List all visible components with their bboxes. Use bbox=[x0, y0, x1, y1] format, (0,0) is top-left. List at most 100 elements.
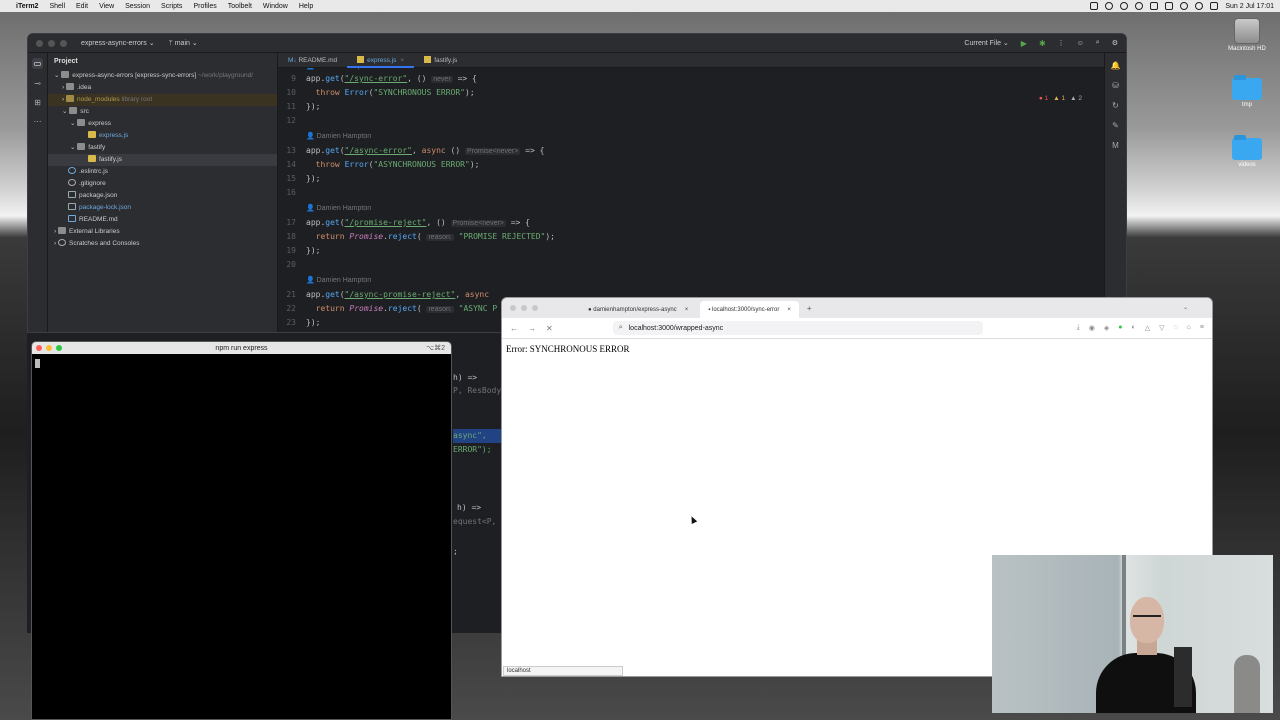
tree-item-node-modules[interactable]: › node_modules library root bbox=[48, 94, 277, 106]
tree-item-package-json[interactable]: package.json bbox=[48, 190, 277, 202]
menu-shell[interactable]: Shell bbox=[49, 3, 65, 10]
tab-fastify-js[interactable]: fastify.js bbox=[414, 53, 467, 68]
code-area[interactable]: 👤 Damien Hampton 9app.get("/sync-error",… bbox=[278, 68, 1104, 332]
project-panel-title[interactable]: Project bbox=[48, 56, 277, 70]
tree-item-fastify-js[interactable]: fastify.js bbox=[48, 154, 277, 166]
terminal-window[interactable]: npm run express ⌥⌘2 bbox=[31, 341, 452, 720]
structure-tool-icon[interactable]: ⊞ bbox=[34, 98, 41, 107]
extension-icon[interactable]: ● bbox=[1118, 324, 1122, 332]
address-bar[interactable]: ⌕ localhost:3000/wrapped-async bbox=[612, 321, 983, 335]
forward-icon[interactable]: → bbox=[528, 324, 536, 333]
terminal-titlebar: npm run express ⌥⌘2 bbox=[32, 342, 451, 354]
folder-icon bbox=[77, 143, 86, 150]
browser-tab-localhost[interactable]: ▪ localhost:3000/sync-error × bbox=[700, 301, 799, 318]
extension-icon[interactable]: ◉ bbox=[1089, 324, 1095, 332]
minimize-window-button[interactable] bbox=[48, 39, 55, 47]
menu-icon[interactable]: ≡ bbox=[1200, 324, 1204, 332]
status-camera-icon[interactable] bbox=[1165, 2, 1174, 10]
close-tab-icon[interactable]: × bbox=[400, 57, 404, 64]
commit-tool-icon[interactable]: ⊸ bbox=[34, 79, 41, 88]
extension-icon[interactable]: ▽ bbox=[1159, 324, 1164, 332]
tree-item-gitignore[interactable]: .gitignore bbox=[48, 178, 277, 190]
status-check-icon[interactable] bbox=[1105, 2, 1114, 10]
tab-express-js[interactable]: express.js × bbox=[347, 53, 415, 68]
minimize-window-button[interactable] bbox=[46, 345, 52, 351]
menu-toolbelt[interactable]: Toolbelt bbox=[228, 3, 252, 10]
close-tab-icon[interactable]: × bbox=[685, 307, 689, 313]
extension-icon[interactable]: ◈ bbox=[1104, 324, 1109, 332]
menu-window[interactable]: Window bbox=[263, 3, 288, 10]
status-wifi-icon[interactable] bbox=[1180, 2, 1189, 10]
history-icon[interactable]: ↻ bbox=[1112, 101, 1119, 110]
browser-tab-github[interactable]: ● damienhampton/express-async × bbox=[580, 301, 696, 318]
menu-session[interactable]: Session bbox=[125, 3, 150, 10]
zoom-window-button[interactable] bbox=[60, 39, 67, 47]
run-icon[interactable]: ▶ bbox=[1021, 39, 1027, 48]
notifications-icon[interactable]: 🔔 bbox=[1111, 61, 1121, 70]
debug-icon[interactable]: ✱ bbox=[1039, 39, 1046, 48]
ide-window: express-async-errors ⌄ ᛘ main ⌄ Current … bbox=[27, 33, 1127, 333]
stop-loading-icon[interactable]: ✕ bbox=[546, 324, 553, 333]
folder-icon bbox=[69, 107, 78, 114]
branch-switcher[interactable]: ᛘ main ⌄ bbox=[169, 39, 198, 47]
status-battery-icon[interactable] bbox=[1150, 2, 1159, 10]
copilot-icon[interactable]: M bbox=[1112, 141, 1119, 150]
menu-edit[interactable]: Edit bbox=[76, 3, 88, 10]
desktop-icon-disk[interactable]: Macintosh HD bbox=[1225, 18, 1269, 52]
menu-app-name[interactable]: iTerm2 bbox=[16, 3, 38, 10]
status-control-center-icon[interactable] bbox=[1210, 2, 1219, 10]
status-search-icon[interactable] bbox=[1195, 2, 1204, 10]
person-glasses bbox=[1133, 615, 1161, 621]
close-window-button[interactable] bbox=[36, 39, 43, 47]
tree-item-fastify[interactable]: ⌄ fastify bbox=[48, 142, 277, 154]
code-editor[interactable]: M↓ README.md express.js × fastify.js ● 1 … bbox=[278, 53, 1104, 332]
extensions-puzzle-icon[interactable]: ⌂ bbox=[1187, 324, 1191, 332]
back-icon[interactable]: ← bbox=[510, 324, 518, 333]
zoom-window-button[interactable] bbox=[56, 345, 62, 351]
status-dropbox-icon[interactable] bbox=[1090, 2, 1099, 10]
menubar-datetime[interactable]: Sun 2 Jul 17:01 bbox=[1225, 3, 1274, 10]
tree-item-src[interactable]: ⌄ src bbox=[48, 106, 277, 118]
tree-item-external-libraries[interactable]: › External Libraries bbox=[48, 226, 277, 238]
extension-icon[interactable]: ◐ bbox=[1131, 324, 1135, 332]
tree-item-readme[interactable]: README.md bbox=[48, 214, 277, 226]
browser-extensions: ⤓ ◉ ◈ ● ◐ △ ▽ ◌ ⌂ ≡ bbox=[1077, 324, 1204, 332]
tree-item-idea[interactable]: › .idea bbox=[48, 82, 277, 94]
status-sync-icon[interactable] bbox=[1135, 2, 1144, 10]
minimize-window-button[interactable] bbox=[521, 305, 527, 311]
database-icon[interactable]: ⛁ bbox=[1112, 81, 1119, 90]
more-tools-icon[interactable]: ⋯ bbox=[34, 117, 42, 126]
status-record-icon[interactable] bbox=[1120, 2, 1129, 10]
tree-item-express-js[interactable]: express.js bbox=[48, 130, 277, 142]
project-tool-icon[interactable]: ▭ bbox=[31, 58, 44, 69]
search-icon[interactable]: ⌕ bbox=[1096, 39, 1100, 47]
menu-view[interactable]: View bbox=[99, 3, 114, 10]
menu-profiles[interactable]: Profiles bbox=[193, 3, 216, 10]
tree-item-eslintrc[interactable]: .eslintrc.js bbox=[48, 166, 277, 178]
close-tab-icon[interactable]: × bbox=[787, 307, 791, 313]
tree-item-package-lock[interactable]: package-lock.json bbox=[48, 202, 277, 214]
download-icon[interactable]: ⤓ bbox=[1077, 324, 1080, 332]
tab-list-chevron-icon[interactable]: ⌄ bbox=[1183, 304, 1188, 311]
close-window-button[interactable] bbox=[510, 305, 516, 311]
menu-scripts[interactable]: Scripts bbox=[161, 3, 182, 10]
tree-item-express[interactable]: ⌄ express bbox=[48, 118, 277, 130]
run-config-selector[interactable]: Current File ⌄ bbox=[964, 39, 1008, 47]
desktop-icon-tmp[interactable]: tmp bbox=[1225, 75, 1269, 108]
tree-item-root[interactable]: ⌄ express-async-errors [express-sync-err… bbox=[48, 70, 277, 82]
close-window-button[interactable] bbox=[36, 345, 42, 351]
user-icon[interactable]: ☺ bbox=[1077, 40, 1084, 47]
gear-icon[interactable]: ⚙ bbox=[1112, 39, 1118, 47]
project-switcher[interactable]: express-async-errors ⌄ bbox=[81, 39, 155, 47]
code-line: 15}); bbox=[286, 174, 321, 183]
extension-icon[interactable]: ◌ bbox=[1174, 324, 1178, 332]
new-tab-button[interactable]: + bbox=[807, 304, 812, 313]
tree-item-scratches[interactable]: › Scratches and Consoles bbox=[48, 238, 277, 250]
more-icon[interactable]: ⋮ bbox=[1058, 39, 1065, 47]
desktop-icon-videos[interactable]: videos bbox=[1225, 135, 1269, 168]
zoom-window-button[interactable] bbox=[532, 305, 538, 311]
menu-help[interactable]: Help bbox=[299, 3, 313, 10]
extension-icon[interactable]: △ bbox=[1145, 324, 1150, 332]
edit-icon[interactable]: ✎ bbox=[1112, 121, 1119, 130]
tab-readme[interactable]: M↓ README.md bbox=[278, 53, 347, 68]
